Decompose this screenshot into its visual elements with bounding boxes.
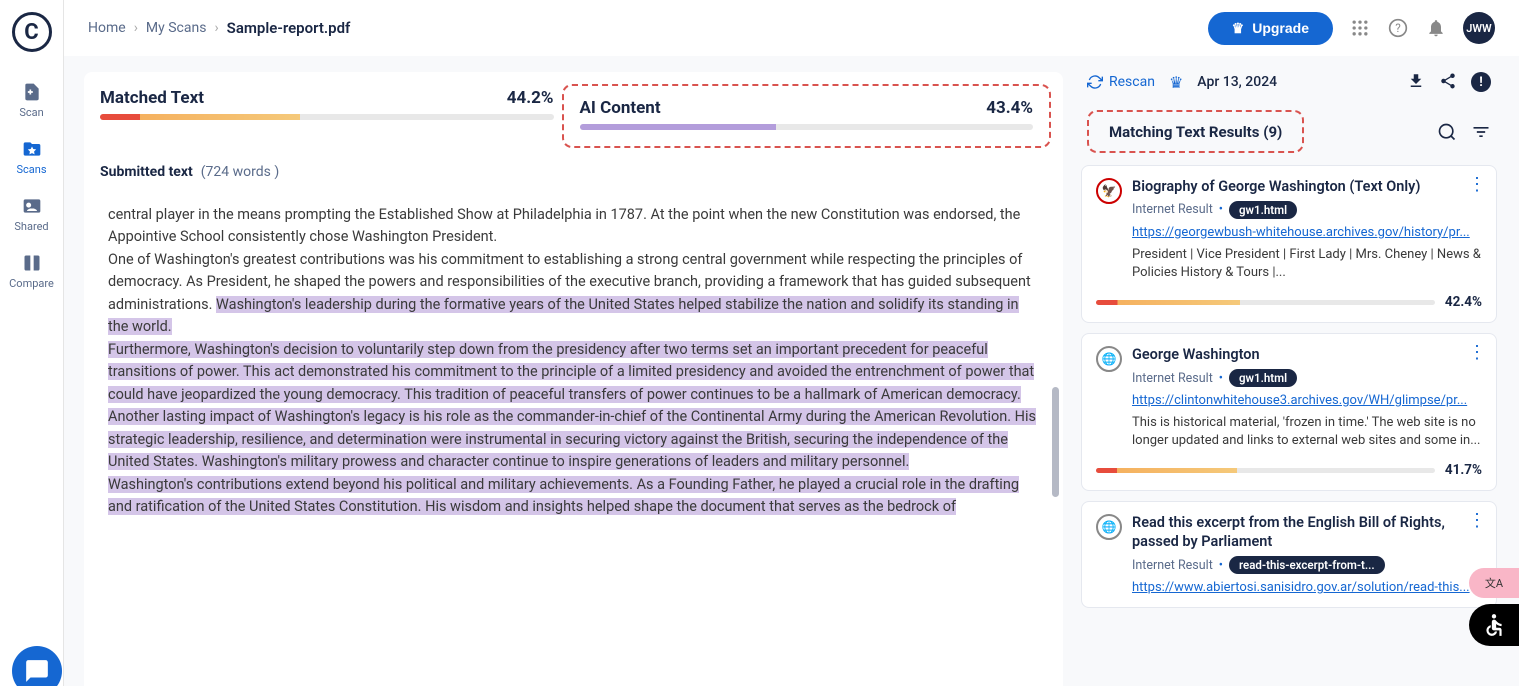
result-title: Biography of George Washington (Text Onl…: [1132, 178, 1482, 197]
nav-shared[interactable]: Shared: [0, 186, 63, 243]
nav-scans[interactable]: Scans: [0, 129, 63, 186]
rescan-button[interactable]: Rescan: [1087, 74, 1155, 90]
result-card[interactable]: ⋮ 🌐 Read this excerpt from the English Bil…: [1081, 501, 1497, 608]
apps-icon[interactable]: [1349, 17, 1371, 39]
logo[interactable]: C: [12, 12, 52, 52]
chevron-right-icon: ›: [134, 20, 138, 36]
result-url[interactable]: https://clintonwhitehouse3.archives.gov/…: [1132, 393, 1482, 408]
result-type: Internet Result: [1132, 371, 1213, 386]
metric-matched: Matched Text 44.2%: [100, 88, 554, 144]
info-icon[interactable]: !: [1471, 72, 1491, 92]
download-icon[interactable]: [1407, 72, 1427, 92]
topbar: Home › My Scans › Sample-report.pdf ♛ Up…: [64, 0, 1519, 56]
folder-star-icon: [22, 139, 42, 159]
matched-value: 44.2%: [507, 88, 554, 108]
more-icon[interactable]: ⋮: [1468, 176, 1486, 194]
result-pill: read-this-excerpt-from-t...: [1229, 556, 1385, 574]
help-icon[interactable]: ?: [1387, 17, 1409, 39]
upgrade-button[interactable]: ♛ Upgrade: [1208, 12, 1333, 45]
results-list: ⋮ 🦅 Biography of George Washington (Text O…: [1079, 161, 1499, 686]
result-type: Internet Result: [1132, 202, 1213, 217]
filter-icon[interactable]: [1471, 122, 1491, 142]
ai-bar: [580, 124, 1034, 130]
nav-scans-label: Scans: [16, 163, 46, 176]
submitted-label: Submitted text: [100, 164, 193, 180]
accessibility-icon: [1481, 612, 1507, 638]
result-pct: 42.4%: [1445, 294, 1482, 310]
metric-ai: AI Content 43.4%: [562, 84, 1052, 148]
nav-scan[interactable]: Scan: [0, 72, 63, 129]
rescan-label: Rescan: [1109, 74, 1155, 90]
upgrade-label: Upgrade: [1252, 20, 1309, 36]
ai-value: 43.4%: [986, 98, 1033, 118]
result-bar: [1096, 468, 1435, 473]
result-snippet: President | Vice President | First Lady …: [1132, 246, 1482, 282]
text-p1: central player in the means prompting th…: [108, 206, 1020, 245]
crumb-current: Sample-report.pdf: [227, 19, 351, 37]
crown-icon: ♛: [1232, 20, 1245, 37]
text-p5: Washington's contributions extend beyond…: [108, 476, 1019, 515]
scrollbar[interactable]: [1052, 387, 1059, 497]
result-bar: [1096, 300, 1435, 305]
results-title-box: Matching Text Results (9): [1087, 110, 1304, 153]
compare-icon: [22, 253, 42, 273]
share-icon[interactable]: [1439, 72, 1459, 92]
ai-title: AI Content: [580, 98, 661, 118]
text-p2b: Washington's leadership during the forma…: [108, 296, 1019, 335]
matched-title: Matched Text: [100, 88, 204, 108]
chevron-right-icon: ›: [214, 20, 218, 36]
result-pill: gw1.html: [1229, 369, 1297, 387]
result-url[interactable]: https://georgewbush-whitehouse.archives.…: [1132, 225, 1482, 240]
sidebar: C Scan Scans Shared Compare: [0, 0, 64, 686]
result-type: Internet Result: [1132, 558, 1213, 573]
result-card[interactable]: ⋮ 🦅 Biography of George Washington (Text O…: [1081, 165, 1497, 323]
nav-compare[interactable]: Compare: [0, 243, 63, 300]
crumb-scans[interactable]: My Scans: [146, 20, 207, 36]
accessibility-fab[interactable]: [1469, 604, 1519, 646]
submitted-text-header: Submitted text (724 words ): [84, 152, 1063, 188]
result-title: George Washington: [1132, 346, 1482, 365]
breadcrumb: Home › My Scans › Sample-report.pdf: [88, 19, 350, 37]
chat-icon: [24, 658, 50, 684]
more-icon[interactable]: ⋮: [1468, 512, 1486, 530]
scan-date: Apr 13, 2024: [1197, 74, 1277, 90]
results-count: (9): [1263, 123, 1282, 141]
crown-icon: ♛: [1169, 73, 1183, 92]
text-p4: Another lasting impact of Washington's l…: [108, 408, 1036, 470]
source-icon: 🌐: [1096, 514, 1122, 540]
results-title: Matching Text Results: [1109, 123, 1259, 141]
translate-fab[interactable]: 文A: [1469, 568, 1519, 598]
source-icon: 🦅: [1096, 178, 1122, 204]
result-snippet: This is historical material, 'frozen in …: [1132, 414, 1482, 450]
svg-text:?: ?: [1395, 21, 1401, 35]
refresh-icon: [1087, 74, 1103, 90]
crumb-home[interactable]: Home: [88, 20, 126, 36]
matched-bar: [100, 114, 554, 120]
result-url[interactable]: https://www.abiertosi.sanisidro.gov.ar/s…: [1132, 580, 1482, 595]
search-icon[interactable]: [1437, 122, 1457, 142]
result-pct: 41.7%: [1445, 462, 1482, 478]
result-title: Read this excerpt from the English Bill …: [1132, 514, 1482, 552]
nav-shared-label: Shared: [14, 220, 48, 233]
result-card[interactable]: ⋮🌐George WashingtonInternet Result • gw1…: [1081, 333, 1497, 491]
source-icon: 🌐: [1096, 346, 1122, 372]
file-plus-icon: [22, 82, 42, 102]
word-count: (724 words ): [201, 164, 279, 180]
avatar[interactable]: JWW: [1463, 12, 1495, 44]
nav-compare-label: Compare: [9, 277, 54, 290]
nav-scan-label: Scan: [19, 106, 43, 119]
text-p3: Furthermore, Washington's decision to vo…: [108, 341, 1034, 403]
result-pill: gw1.html: [1229, 201, 1297, 219]
more-icon[interactable]: ⋮: [1468, 344, 1486, 362]
share-card-icon: [22, 196, 42, 216]
document-text[interactable]: central player in the means prompting th…: [84, 188, 1063, 686]
bell-icon[interactable]: [1425, 17, 1447, 39]
